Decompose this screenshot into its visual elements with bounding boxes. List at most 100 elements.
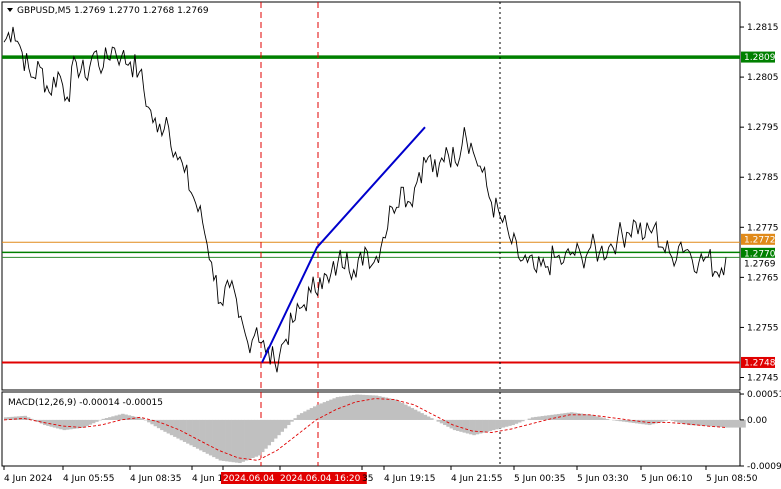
- macd-histogram-bar: [491, 419, 496, 431]
- macd-histogram-bar: [592, 415, 597, 420]
- macd-histogram-bar: [605, 419, 610, 420]
- macd-histogram-bar: [257, 419, 262, 456]
- macd-histogram-bar: [160, 419, 164, 431]
- macd-histogram-bar: [195, 419, 200, 449]
- macd-histogram-bar: [677, 419, 681, 423]
- macd-histogram-bar: [391, 398, 395, 420]
- macd-histogram-bar: [345, 395, 350, 420]
- macd-histogram-bar: [17, 416, 21, 420]
- macd-histogram-bar: [384, 397, 389, 420]
- macd-histogram-bar: [537, 416, 541, 420]
- time-tick-label: 5 Jun 00:35: [514, 474, 565, 484]
- macd-tick-label: 0.00: [747, 416, 767, 426]
- macd-histogram-bar: [726, 419, 730, 428]
- macd-histogram-bar: [143, 419, 148, 421]
- level-label-text: 1.2809: [744, 53, 776, 63]
- macd-histogram-bar: [163, 419, 167, 432]
- price-axis: 1.2815 1.2805 1.2795 1.2785 1.2775 1.2765 1.27…: [740, 23, 779, 383]
- macd-histogram-bar: [264, 419, 268, 449]
- trading-chart[interactable]: 1.2815 1.2805 1.2795 1.2785 1.2775 1.2765 1.27…: [0, 0, 781, 489]
- macd-histogram-bar: [296, 414, 301, 420]
- macd-histogram-bar: [719, 419, 724, 428]
- macd-histogram-bar: [312, 406, 317, 420]
- macd-histogram-bar: [673, 419, 678, 422]
- macd-histogram-bar: [495, 419, 499, 430]
- macd-histogram-bar: [742, 419, 746, 428]
- macd-histogram-bar: [59, 419, 63, 430]
- macd-histogram-bar: [101, 418, 106, 420]
- price-tick-label: 1.2795: [747, 123, 779, 133]
- time-tick-label: 2024.06.04 1: [223, 474, 283, 484]
- macd-histogram-bar: [65, 419, 70, 430]
- macd-histogram-bar: [56, 419, 60, 429]
- macd-histogram-bar: [215, 419, 219, 459]
- macd-histogram-bar: [273, 419, 278, 439]
- macd-histogram-bar: [186, 419, 190, 444]
- macd-histogram-bar: [342, 396, 346, 420]
- macd-histogram-bar: [514, 419, 519, 424]
- time-tick-label: 4 Jun 05:55: [63, 474, 114, 484]
- macd-histogram-bar: [465, 419, 470, 434]
- macd-histogram-bar: [602, 418, 606, 420]
- macd-histogram-bar: [69, 419, 73, 430]
- macd-histogram-bar: [280, 419, 284, 432]
- time-tick-label: 35: [362, 474, 373, 484]
- price-pane[interactable]: [1, 1, 741, 391]
- macd-histogram-bar: [365, 395, 369, 420]
- macd-histogram-bar: [488, 419, 493, 431]
- macd-histogram-bar: [234, 419, 239, 463]
- macd-histogram-bar: [62, 419, 67, 431]
- macd-histogram-bar: [329, 399, 333, 420]
- macd-histogram-bar: [553, 414, 558, 420]
- macd-histogram-bar: [732, 419, 737, 428]
- macd-histogram-bar: [387, 398, 392, 420]
- macd-histogram-bar: [332, 398, 337, 420]
- macd-histogram-bar: [182, 419, 187, 442]
- macd-histogram-bar: [299, 413, 304, 420]
- macd-histogram-bar: [306, 409, 311, 420]
- macd-histogram-bar: [238, 419, 242, 464]
- macd-histogram-bar: [368, 395, 372, 420]
- macd-histogram-bar: [722, 419, 727, 428]
- level-label-text: 1.2772: [744, 235, 776, 245]
- time-tick-label: 4 Jun 2024: [4, 474, 53, 484]
- macd-histogram-bar: [397, 401, 402, 420]
- macd-histogram-bar: [618, 419, 623, 422]
- macd-histogram-bar: [534, 416, 538, 420]
- macd-histogram-bar: [303, 411, 307, 420]
- macd-histogram-bar: [573, 412, 577, 420]
- macd-histogram-bar: [293, 418, 298, 420]
- macd-histogram-bar: [400, 402, 405, 420]
- macd-tick-label: -0.00091: [747, 462, 781, 472]
- macd-histogram-bar: [98, 419, 102, 421]
- macd-tick-label: 0.00051: [747, 390, 781, 400]
- level-label-text: 1.2770: [744, 249, 776, 259]
- macd-histogram-bar: [111, 416, 115, 420]
- macd-histogram-bar: [670, 419, 675, 421]
- price-tick-label: 1.2765: [747, 273, 779, 283]
- macd-histogram-bar: [501, 419, 506, 428]
- level-label-text: 1.2769: [744, 259, 776, 269]
- macd-histogram-bar: [407, 406, 411, 420]
- macd-histogram-bar: [462, 419, 467, 433]
- macd-histogram-bar: [699, 419, 704, 426]
- macd-histogram-bar: [156, 419, 161, 429]
- price-tick-label: 1.2775: [747, 223, 779, 233]
- price-tick-label: 1.2785: [747, 173, 779, 183]
- macd-histogram-bar: [231, 419, 236, 463]
- macd-histogram-bar: [247, 419, 252, 460]
- macd-histogram-bar: [589, 414, 593, 420]
- time-tick-label: 4 Jun 21:55: [451, 474, 502, 484]
- macd-histogram-bar: [108, 417, 112, 420]
- macd-histogram-bar: [82, 419, 86, 428]
- macd-histogram-bar: [244, 419, 249, 461]
- macd-histogram-bar: [374, 395, 379, 420]
- macd-histogram-bar: [91, 419, 96, 424]
- macd-histogram-bar: [706, 419, 711, 427]
- macd-histogram-bar: [621, 419, 626, 422]
- macd-histogram-bar: [117, 414, 122, 420]
- macd-histogram-bar: [569, 412, 574, 420]
- macd-histogram-bar: [104, 418, 109, 420]
- price-tick-label: 1.2755: [747, 323, 779, 333]
- macd-histogram-bar: [739, 419, 743, 428]
